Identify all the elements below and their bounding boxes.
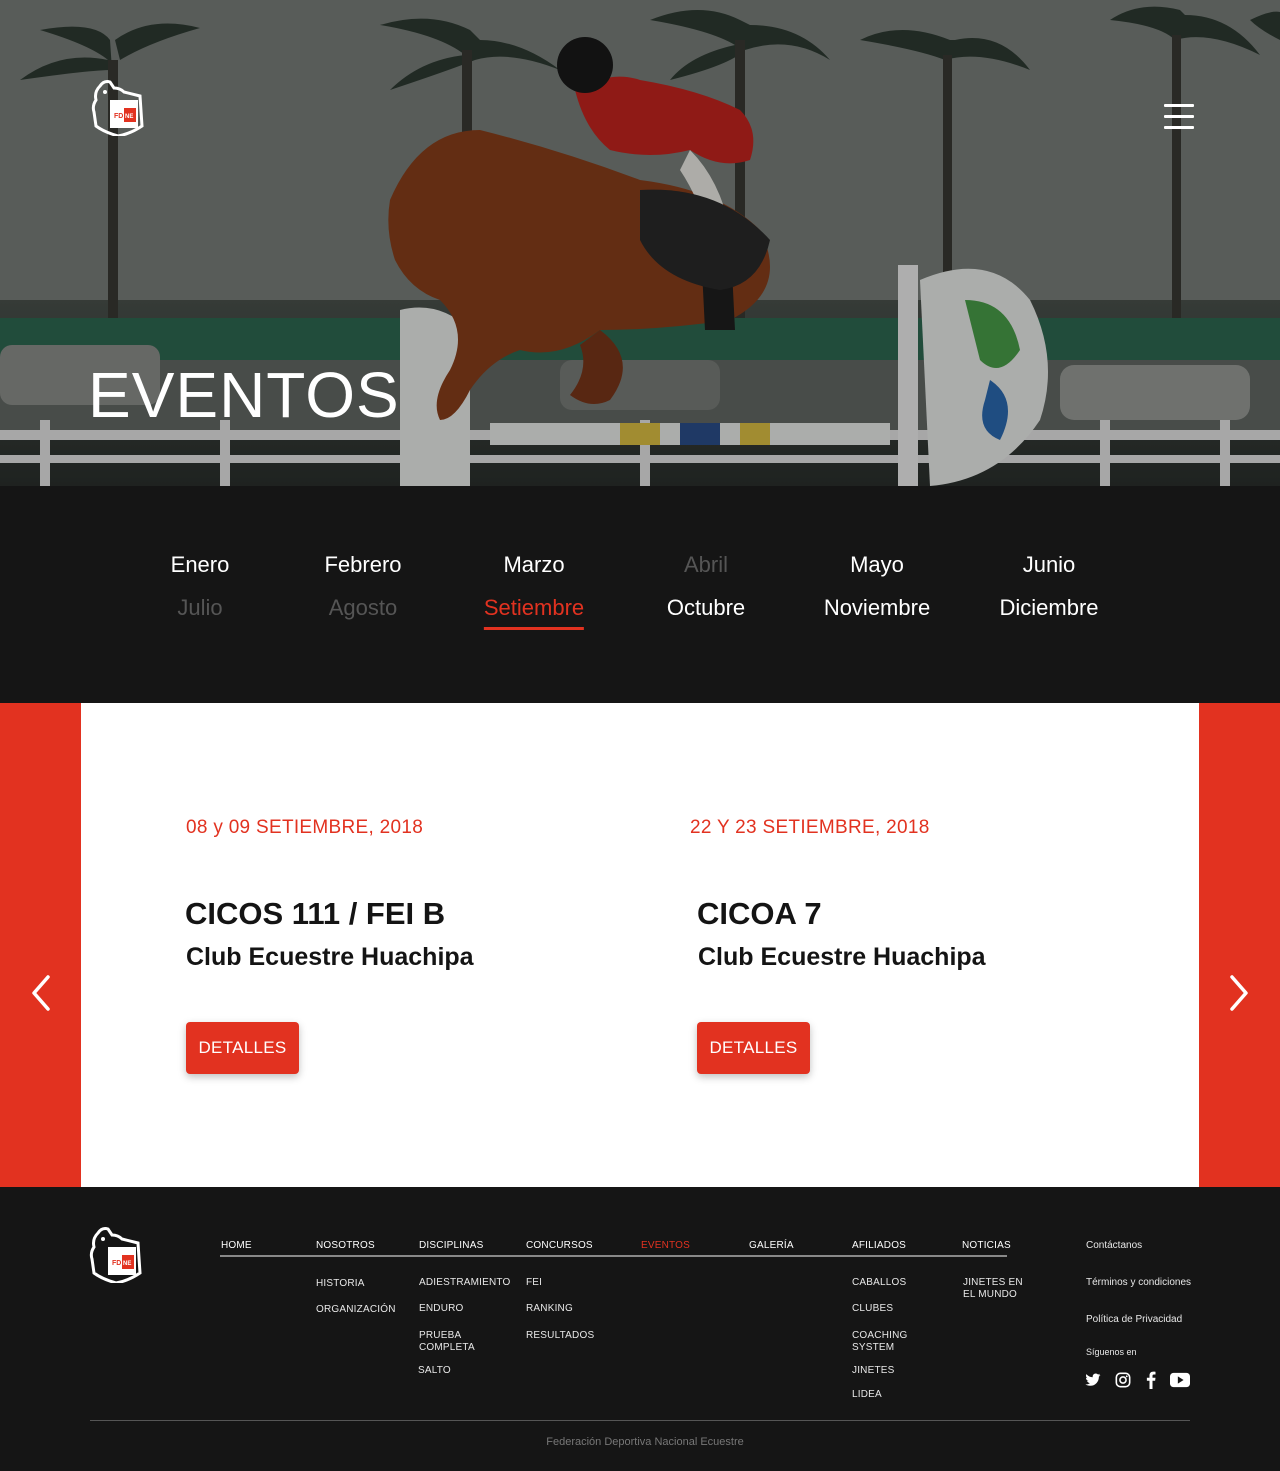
month-junio[interactable]: Junio [1023,552,1076,578]
footer-nav-afiliados[interactable]: AFILIADOS [852,1240,906,1251]
month-diciembre[interactable]: Diciembre [999,595,1098,621]
page-title: EVENTOS [88,359,400,431]
footer-nav-eventos[interactable]: EVENTOS [641,1240,690,1251]
svg-text:FD: FD [112,1260,121,1267]
youtube-icon[interactable] [1170,1371,1190,1389]
fdne-footer-logo[interactable]: FD NE [88,1225,142,1283]
footer-link-caballos[interactable]: CABALLOS [852,1277,906,1289]
copyright-text: Federación Deportiva Nacional Ecuestre [546,1436,744,1448]
footer-link-organizacion[interactable]: ORGANIZACIÓN [316,1304,396,1316]
footer-link-resultados[interactable]: RESULTADOS [526,1330,594,1342]
next-arrow-icon[interactable] [1227,973,1251,1013]
month-julio[interactable]: Julio [177,595,222,621]
month-setiembre[interactable]: Setiembre [483,595,585,630]
month-octubre[interactable]: Octubre [667,595,745,621]
month-noviembre[interactable]: Noviembre [824,595,930,621]
twitter-icon[interactable] [1085,1371,1101,1389]
footer-divider [90,1420,1190,1421]
footer-nav-noticias[interactable]: NOTICIAS [962,1240,1011,1251]
footer-nav-disciplinas[interactable]: DISCIPLINAS [419,1240,483,1251]
month-enero[interactable]: Enero [171,552,230,578]
footer-link-adiestramiento[interactable]: ADIESTRAMIENTO [419,1277,511,1289]
footer-nav-galeria[interactable]: GALERÍA [749,1240,794,1251]
footer-link-prueba-completa[interactable]: PRUEBA COMPLETA [419,1330,489,1354]
footer-link-jinetes[interactable]: JINETES [852,1365,895,1377]
month-febrero[interactable]: Febrero [324,552,401,578]
details-button[interactable]: DETALLES [186,1022,299,1074]
footer-nav-home[interactable]: HOME [221,1240,252,1251]
event-title: CICOS 111 / FEI B [185,896,446,931]
svg-text:NE: NE [125,114,133,120]
month-abril[interactable]: Abril [684,552,728,578]
month-mayo[interactable]: Mayo [850,552,904,578]
month-marzo[interactable]: Marzo [503,552,564,578]
footer-link-contactanos[interactable]: Contáctanos [1086,1240,1142,1251]
event-title: CICOA 7 [697,896,822,931]
details-button[interactable]: DETALLES [697,1022,810,1074]
footer-link-historia[interactable]: HISTORIA [316,1278,365,1290]
footer-link-coaching-system[interactable]: COACHING SYSTEM [852,1330,912,1354]
fdne-logo[interactable]: FD NE [90,78,144,136]
footer-link-clubes[interactable]: CLUBES [852,1303,893,1315]
svg-text:FD: FD [114,113,123,120]
footer-link-enduro[interactable]: ENDURO [419,1303,464,1315]
footer-link-lidea[interactable]: LIDEA [852,1389,882,1401]
events-card: 08 y 09 SETIEMBRE, 2018 CICOS 111 / FEI … [81,703,1199,1187]
instagram-icon[interactable] [1115,1371,1131,1389]
footer-link-ranking[interactable]: RANKING [526,1303,573,1315]
footer-nav-divider [220,1255,1007,1257]
facebook-icon[interactable] [1146,1371,1156,1389]
footer-link-salto[interactable]: SALTO [418,1365,451,1377]
prev-arrow-icon[interactable] [29,973,53,1013]
hamburger-menu-icon[interactable] [1164,104,1196,130]
events-carousel: 08 y 09 SETIEMBRE, 2018 CICOS 111 / FEI … [0,703,1280,1187]
footer-nav-concursos[interactable]: CONCURSOS [526,1240,593,1251]
footer-link-terminos[interactable]: Términos y condiciones [1086,1277,1191,1288]
social-label: Síguenos en [1086,1347,1137,1357]
month-agosto[interactable]: Agosto [329,595,398,621]
event-venue: Club Ecuestre Huachipa [698,943,986,971]
footer-link-jinetes-en-el-mundo[interactable]: JINETES EN EL MUNDO [963,1277,1029,1301]
event-date: 22 Y 23 SETIEMBRE, 2018 [690,817,930,838]
footer-link-privacidad[interactable]: Política de Privacidad [1086,1314,1182,1325]
footer-nav-nosotros[interactable]: NOSOTROS [316,1240,375,1251]
svg-text:NE: NE [123,1261,131,1267]
site-footer: FD NE HOME NOSOTROS DISCIPLINAS CONCURSO… [0,1187,1280,1471]
event-venue: Club Ecuestre Huachipa [186,943,474,971]
event-date: 08 y 09 SETIEMBRE, 2018 [186,817,424,838]
hero-banner: FD NE EVENTOS [0,0,1280,486]
month-selector: Enero Febrero Marzo Abril Mayo Junio Jul… [0,486,1280,703]
footer-link-fei[interactable]: FEI [526,1277,542,1289]
